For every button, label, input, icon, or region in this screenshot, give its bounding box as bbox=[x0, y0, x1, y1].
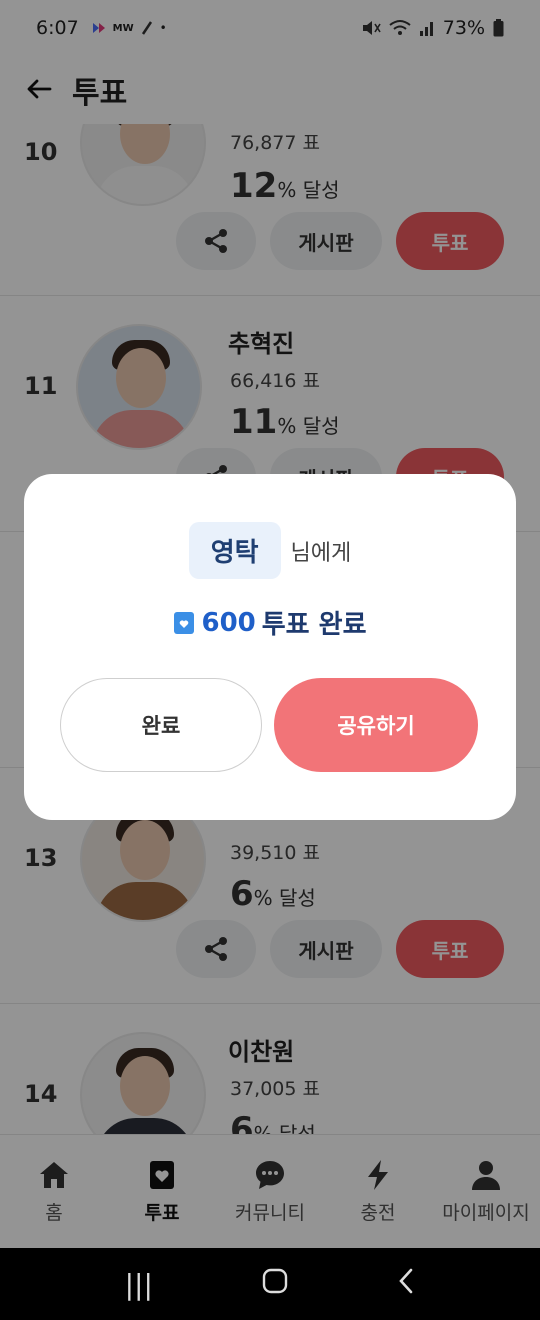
dialog-buttons: 완료 공유하기 bbox=[60, 678, 478, 772]
back-nav-icon[interactable] bbox=[397, 1267, 415, 1302]
home-button-icon[interactable] bbox=[262, 1268, 288, 1301]
vote-complete-text: 투표 완료 bbox=[261, 610, 367, 640]
vote-ticket-icon bbox=[174, 611, 195, 634]
vote-complete-dialog: 영탁 님에게 600 투표 완료 완료 공유하기 bbox=[24, 474, 516, 820]
system-nav-bar: ||| bbox=[0, 1248, 540, 1320]
done-button[interactable]: 완료 bbox=[60, 678, 262, 772]
recipient-suffix: 님에게 bbox=[290, 540, 352, 566]
recipient-name-chip: 영탁 bbox=[188, 522, 281, 579]
recent-apps-icon[interactable]: ||| bbox=[125, 1268, 153, 1301]
vote-result: 600 투표 완료 bbox=[24, 604, 516, 641]
vote-count-value: 600 bbox=[201, 607, 256, 638]
share-result-button[interactable]: 공유하기 bbox=[274, 678, 478, 772]
recipient-line: 영탁 님에게 bbox=[24, 522, 516, 579]
